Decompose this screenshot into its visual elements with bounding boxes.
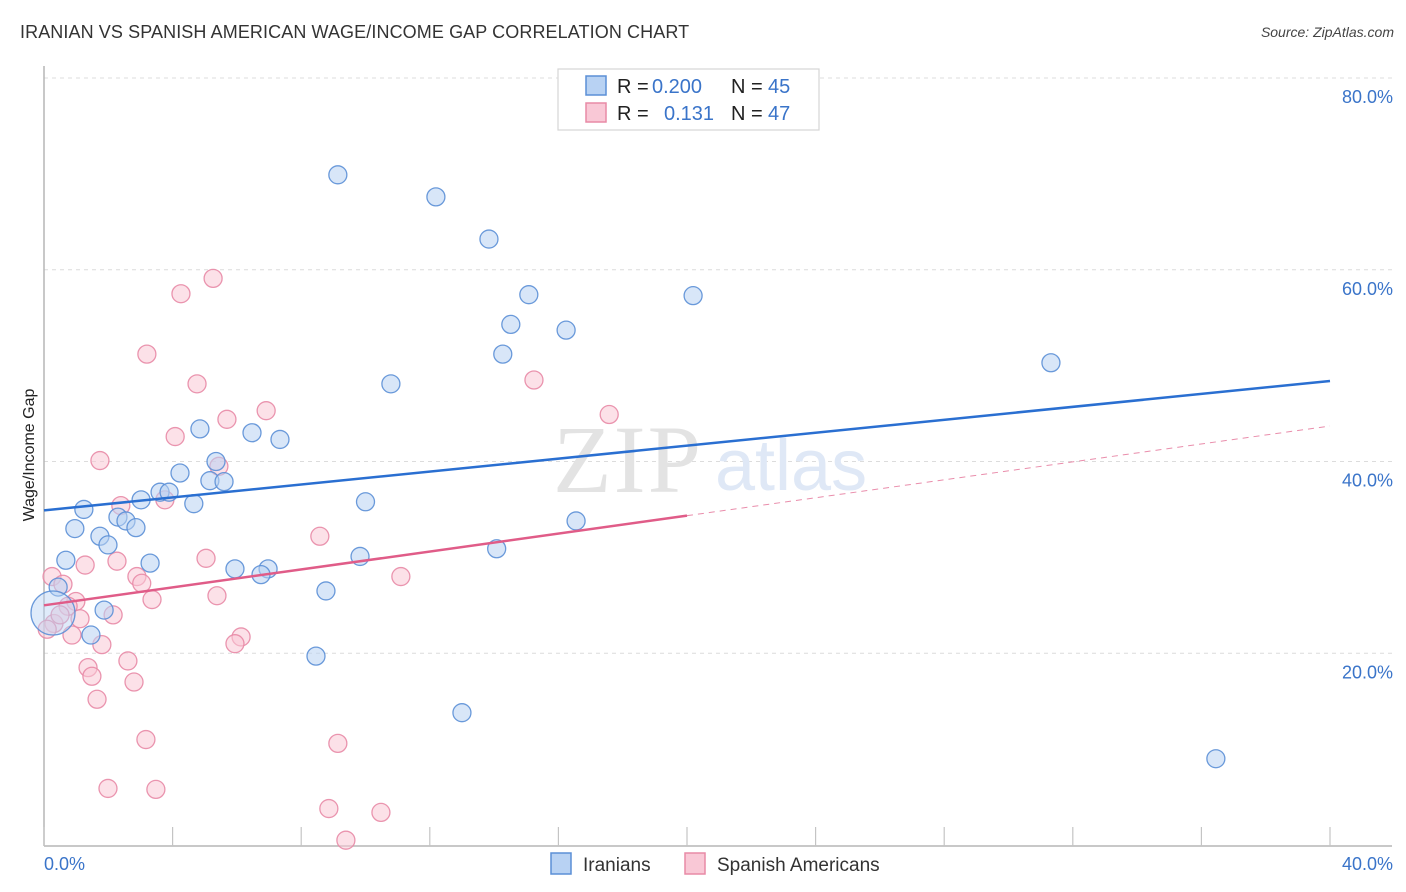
series-spanish-americans	[37, 268, 619, 850]
iranians-point	[242, 423, 262, 443]
spanish-point	[336, 830, 356, 850]
iranians-point	[30, 590, 76, 636]
iranians-point	[74, 499, 94, 520]
spanish-point	[137, 344, 157, 364]
spanish-point	[165, 426, 185, 447]
legend-n-label-iranians: N =	[731, 76, 763, 98]
y-axis-label: Wage/Income Gap	[21, 389, 38, 522]
iranians-point	[556, 320, 576, 340]
iranians-point	[270, 429, 290, 450]
iranians-point	[140, 553, 160, 573]
spanish-point	[90, 450, 110, 471]
y-tick-labels: 20.0% 40.0% 60.0% 80.0%	[1342, 87, 1393, 682]
spanish-point	[196, 548, 216, 568]
spanish-point	[319, 798, 339, 819]
iranians-point	[170, 463, 190, 483]
iranians-point	[479, 229, 499, 249]
watermark-zip: ZIP	[553, 406, 703, 513]
iranians-point	[519, 285, 539, 305]
x-tick-label: 40.0%	[1342, 854, 1393, 874]
spanish-point	[107, 551, 127, 571]
legend-r-value-spanish: 0.131	[664, 103, 714, 125]
spanish-point	[187, 374, 207, 394]
iranians-point	[81, 625, 101, 645]
spanish-point	[82, 666, 102, 686]
iranians-point	[328, 165, 348, 185]
bottom-legend: Iranians Spanish Americans	[550, 852, 880, 876]
spanish-point	[371, 802, 391, 823]
spanish-point	[118, 651, 138, 671]
spanish-point	[207, 586, 227, 606]
y-tick-label: 20.0%	[1342, 662, 1393, 682]
iranians-point	[225, 559, 245, 579]
y-tick-label: 60.0%	[1342, 279, 1393, 299]
iranians-point	[501, 314, 521, 335]
legend-n-value-iranians: 45	[768, 76, 790, 98]
iranians-point	[206, 451, 226, 472]
legend-r-value-iranians: 0.200	[652, 76, 702, 98]
gridlines	[44, 77, 1392, 654]
spanish-point	[203, 268, 223, 289]
iranians-point	[65, 518, 85, 539]
spanish-point	[225, 634, 245, 654]
iranians-point	[1041, 353, 1061, 373]
stats-legend: R = 0.200 N = 45 R = 0.131 N = 47	[557, 68, 820, 131]
iranians-point	[98, 535, 118, 555]
spanish-point	[142, 589, 162, 610]
spanish-point	[524, 370, 544, 390]
legend-n-label-spanish: N =	[731, 103, 763, 125]
bottom-legend-swatch-iranians	[550, 852, 572, 875]
spanish-point	[146, 779, 166, 800]
spanish-point	[599, 404, 619, 425]
iranians-point	[306, 646, 326, 666]
iranians-point	[126, 518, 146, 538]
bottom-legend-label-iranians: Iranians	[583, 855, 651, 876]
iranians-point	[683, 285, 703, 306]
iranians-point	[493, 344, 513, 364]
spanish-point	[310, 526, 330, 546]
legend-swatch-iranians	[585, 75, 607, 96]
iranians-point	[452, 703, 472, 723]
legend-r-label-spanish: R =	[617, 103, 649, 125]
iranians-point	[316, 581, 336, 601]
scatter-chart: ZIP atlas 20.0%40.0%60.0%80.0% 0.0% 40.0%…	[21, 66, 1393, 876]
iranians-point	[426, 187, 446, 207]
iranians-point	[190, 419, 210, 439]
x-tick-label: 0.0%	[44, 854, 85, 874]
spanish-point	[75, 555, 95, 575]
spanish-point	[328, 733, 348, 754]
iranians-point	[94, 600, 114, 620]
spanish-point	[87, 689, 107, 709]
spanish-point	[391, 566, 411, 587]
y-tick-label: 40.0%	[1342, 471, 1393, 491]
spanish-point	[98, 778, 118, 799]
spanish-point	[124, 672, 144, 692]
iranians-point	[381, 374, 401, 394]
legend-r-label-iranians: R =	[617, 76, 649, 98]
spanish-point	[171, 284, 191, 304]
legend-n-value-spanish: 47	[768, 103, 790, 125]
iranians-point	[355, 492, 376, 512]
bottom-legend-label-spanish-americans: Spanish Americans	[717, 855, 880, 876]
bottom-legend-swatch-spanish-americans	[684, 852, 706, 875]
spanish-point	[217, 409, 237, 429]
y-tick-label: 80.0%	[1342, 87, 1393, 107]
iranians-point	[1206, 749, 1226, 769]
legend-swatch-spanish-americans	[585, 102, 607, 123]
iranians-point	[184, 494, 204, 514]
iranians-point	[56, 550, 76, 570]
iranians-point	[214, 471, 234, 492]
spanish-point	[136, 729, 156, 750]
iranians-point	[566, 511, 586, 531]
spanish-point	[256, 401, 276, 421]
